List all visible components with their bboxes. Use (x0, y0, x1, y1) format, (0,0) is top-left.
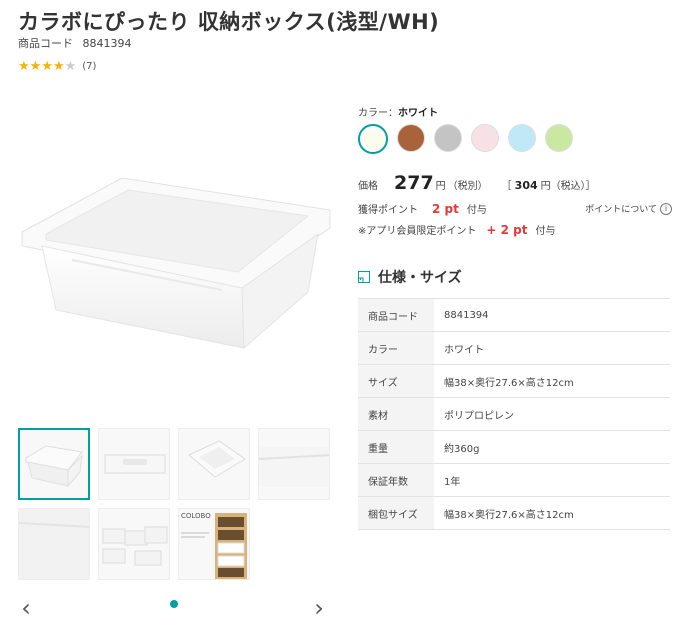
product-code-value: 8841394 (82, 37, 132, 50)
app-point-suffix: 付与 (535, 226, 556, 237)
price-tax-included: ［ 304 円（税込）］ (502, 177, 596, 192)
price-tax-note: （税別） (447, 181, 488, 192)
swatch-brown[interactable] (397, 124, 425, 152)
swatch-green[interactable] (545, 124, 573, 152)
spec-key: サイズ (358, 364, 434, 398)
price-line: 価格 277 円 （税別） ［ 304 円（税込）］ (358, 172, 596, 194)
color-label-prefix: カラー： (358, 108, 398, 119)
spec-key: 保証年数 (358, 463, 434, 497)
spec-value: 8841394 (434, 298, 670, 332)
spec-table: 商品コード 8841394 カラー ホワイト サイズ 幅38×奥行27.6×高さ12c… (358, 298, 670, 530)
thumbnail-5[interactable] (18, 508, 90, 580)
spec-key: 梱包サイズ (358, 496, 434, 530)
price-taxin-open: ［ (501, 181, 512, 192)
rating-stars: ★★★★★ (18, 59, 76, 74)
spec-row: 保証年数 1年 (358, 463, 670, 497)
point-label: 獲得ポイント (358, 205, 418, 216)
point-suffix: 付与 (466, 205, 487, 216)
spec-row: 商品コード 8841394 (358, 298, 670, 332)
price-taxin-close: ］ (585, 181, 596, 192)
spec-key: 素材 (358, 397, 434, 431)
swatch-gray[interactable] (434, 124, 462, 152)
carousel-dot[interactable] (170, 600, 178, 608)
spec-key: 重量 (358, 430, 434, 464)
spec-row: 重量 約360g (358, 430, 670, 464)
swatch-blue[interactable] (508, 124, 536, 152)
colobo-logo-text: COLOBO (181, 512, 211, 520)
point-about-text[interactable]: ポイントについて (585, 202, 657, 215)
spec-value: 約360g (434, 430, 670, 464)
star-icon: ★ (18, 59, 30, 74)
spec-row: 梱包サイズ 幅38×奥行27.6×高さ12cm (358, 496, 670, 530)
product-code-label: 商品コード (18, 37, 73, 50)
chevron-right-icon[interactable]: › (309, 594, 329, 622)
product-title: カラボにぴったり 収納ボックス(浅型/WH) (18, 10, 440, 34)
star-icon: ★ (52, 59, 65, 74)
thumbnail-1[interactable] (18, 428, 90, 500)
spec-value: 幅38×奥行27.6×高さ12cm (434, 496, 670, 530)
thumbnail-3[interactable] (178, 428, 250, 500)
thumbnail-6[interactable] (98, 508, 170, 580)
thumbnail-4[interactable] (258, 428, 330, 500)
spec-row: カラー ホワイト (358, 331, 670, 365)
star-icon: ★ (41, 59, 53, 74)
spec-value: 1年 (434, 463, 670, 497)
spec-value: 幅38×奥行27.6×高さ12cm (434, 364, 670, 398)
point-value: 2 pt (432, 201, 459, 216)
spec-row: 素材 ポリプロピレン (358, 397, 670, 431)
thumbnail-7[interactable]: COLOBO (178, 508, 250, 580)
thumbnail-2[interactable] (98, 428, 170, 500)
swatch-white[interactable] (358, 124, 388, 154)
chevron-left-icon[interactable]: ‹ (16, 594, 36, 622)
spec-key: 商品コード (358, 298, 434, 332)
thumbnail-grid: COLOBO (18, 428, 330, 580)
spec-row: サイズ 幅38×奥行27.6×高さ12cm (358, 364, 670, 398)
spec-title: 仕様・サイズ (378, 270, 462, 286)
star-half-icon: ★ (64, 59, 77, 74)
app-point-label: ※アプリ会員限定ポイント (358, 226, 477, 237)
price-value: 277 (394, 172, 434, 194)
price-unit: 円 (435, 181, 446, 192)
rating-count[interactable]: (7) (82, 61, 96, 72)
app-point-line: ※アプリ会員限定ポイント + 2 pt 付与 (358, 222, 556, 238)
point-about-link[interactable]: ポイントについて i (585, 202, 672, 215)
ruler-icon (358, 271, 370, 283)
color-selected-name: ホワイト (398, 108, 438, 119)
color-label: カラー：ホワイト (358, 104, 438, 119)
app-point-value: + 2 pt (486, 222, 528, 237)
spec-heading: 仕様・サイズ (358, 267, 462, 287)
spec-key: カラー (358, 331, 434, 365)
point-line: 獲得ポイント 2 pt 付与 ポイントについて i (358, 201, 672, 216)
price-label: 価格 (358, 181, 378, 192)
spec-value: ホワイト (434, 331, 670, 365)
main-product-image[interactable] (12, 160, 332, 360)
product-code: 商品コード 8841394 (18, 35, 132, 51)
spec-value: ポリプロピレン (434, 397, 670, 431)
rating[interactable]: ★★★★★ (7) (18, 59, 96, 74)
info-icon[interactable]: i (660, 202, 672, 215)
color-swatches (358, 124, 582, 154)
price-taxin-value: 304 (514, 179, 538, 192)
star-icon: ★ (29, 59, 42, 74)
swatch-pink[interactable] (471, 124, 499, 152)
price-taxin-unit: 円（税込） (540, 181, 586, 192)
